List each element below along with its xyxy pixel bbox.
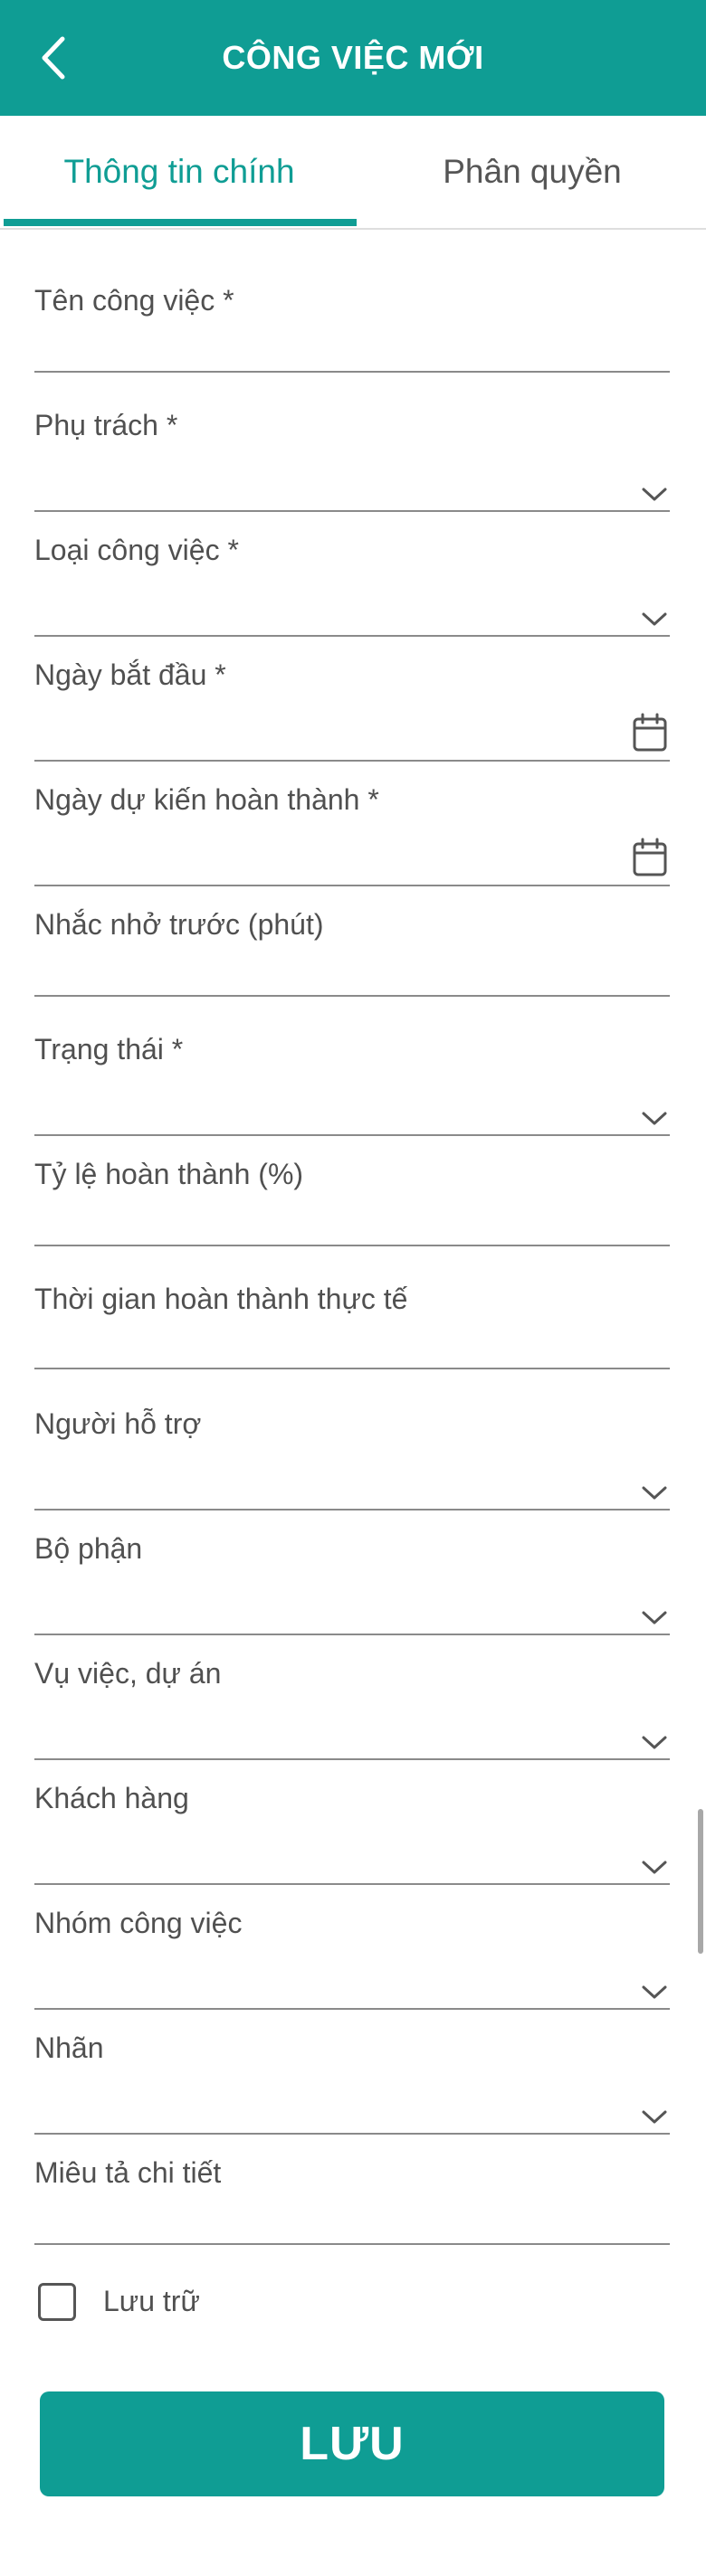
due-date-date-picker[interactable]: Ngày dự kiến hoàn thành *: [34, 783, 670, 888]
field-underline: [34, 760, 670, 762]
actual-completion-time-field[interactable]: Thời gian hoàn thành thực tế: [34, 1283, 670, 1371]
status-dropdown[interactable]: Trạng thái *: [34, 1033, 670, 1138]
app-header: CÔNG VIỆC MỚI: [0, 0, 706, 116]
completion-percent-label: Tỷ lệ hoàn thành (%): [34, 1158, 304, 1190]
department-label: Bộ phận: [34, 1532, 143, 1565]
case-project-dropdown[interactable]: Vụ việc, dự án: [34, 1657, 670, 1762]
field-underline: [34, 635, 670, 637]
chevron-down-icon: [642, 1112, 667, 1125]
chevron-down-icon: [642, 1985, 667, 1999]
description-field[interactable]: Miêu tả chi tiết: [34, 2156, 670, 2247]
archive-label: Lưu trữ: [103, 2285, 200, 2317]
tag-dropdown[interactable]: Nhãn: [34, 2031, 670, 2136]
task-name-label: Tên công việc *: [34, 284, 234, 317]
status-label: Trạng thái *: [34, 1033, 184, 1065]
chevron-down-icon: [642, 488, 667, 501]
chevron-down-icon: [642, 2110, 667, 2124]
active-tab-indicator: [4, 219, 357, 226]
start-date-date-picker[interactable]: Ngày bắt đầu *: [34, 658, 670, 763]
page-title: CÔNG VIỆC MỚI: [222, 39, 484, 76]
chevron-down-icon: [642, 612, 667, 626]
tab-main-info[interactable]: Thông tin chính: [0, 116, 358, 228]
task-group-dropdown[interactable]: Nhóm công việc: [34, 1907, 670, 2012]
field-underline: [34, 371, 670, 373]
task-group-label: Nhóm công việc: [34, 1907, 243, 1939]
chevron-down-icon: [642, 1736, 667, 1749]
actual-completion-time-label: Thời gian hoàn thành thực tế: [34, 1283, 408, 1315]
calendar-icon[interactable]: [632, 838, 668, 877]
field-underline: [34, 1368, 670, 1369]
field-underline: [34, 1134, 670, 1136]
chevron-down-icon: [642, 1611, 667, 1624]
field-underline: [34, 1883, 670, 1885]
field-underline: [34, 1758, 670, 1760]
field-underline: [34, 510, 670, 512]
customer-label: Khách hàng: [34, 1782, 189, 1814]
field-underline: [34, 2133, 670, 2135]
assignee-label: Phụ trách *: [34, 409, 178, 441]
field-underline: [34, 1634, 670, 1635]
field-underline: [34, 1509, 670, 1511]
tab-bar: Thông tin chính Phân quyền: [0, 116, 706, 230]
tab-permissions[interactable]: Phân quyền: [358, 116, 706, 228]
field-underline: [34, 885, 670, 886]
chevron-down-icon: [642, 1486, 667, 1500]
field-underline: [34, 2008, 670, 2010]
case-project-label: Vụ việc, dự án: [34, 1657, 222, 1690]
calendar-icon[interactable]: [632, 713, 668, 753]
supporter-dropdown[interactable]: Người hỗ trợ: [34, 1407, 670, 1512]
field-underline: [34, 2243, 670, 2245]
start-date-label: Ngày bắt đầu *: [34, 658, 226, 691]
description-label: Miêu tả chi tiết: [34, 2156, 222, 2189]
tag-label: Nhãn: [34, 2031, 104, 2064]
due-date-label: Ngày dự kiến hoàn thành *: [34, 783, 379, 816]
task-type-label: Loại công việc *: [34, 534, 239, 566]
archive-checkbox[interactable]: [38, 2283, 76, 2321]
customer-dropdown[interactable]: Khách hàng: [34, 1782, 670, 1887]
field-underline: [34, 1245, 670, 1246]
field-underline: [34, 995, 670, 997]
completion-percent-field[interactable]: Tỷ lệ hoàn thành (%): [34, 1158, 670, 1248]
supporter-label: Người hỗ trợ: [34, 1407, 202, 1440]
chevron-down-icon: [642, 1861, 667, 1874]
task-name-field[interactable]: Tên công việc *: [34, 284, 670, 374]
reminder-minutes-field[interactable]: Nhắc nhở trước (phút): [34, 908, 670, 999]
save-button[interactable]: LƯU: [40, 2391, 664, 2496]
scrollbar[interactable]: [698, 1809, 703, 1954]
department-dropdown[interactable]: Bộ phận: [34, 1532, 670, 1637]
reminder-minutes-label: Nhắc nhở trước (phút): [34, 908, 324, 941]
task-type-dropdown[interactable]: Loại công việc *: [34, 534, 670, 639]
assignee-dropdown[interactable]: Phụ trách *: [34, 409, 670, 514]
